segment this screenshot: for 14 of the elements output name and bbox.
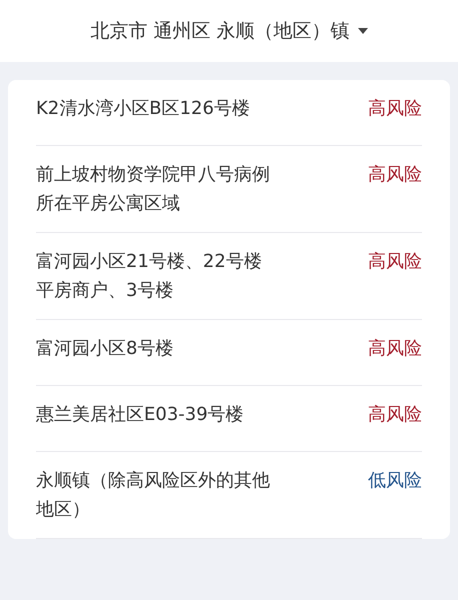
risk-level: 高风险 [368,97,422,121]
caret-icon[interactable] [358,28,368,34]
risk-level: 高风险 [368,250,422,274]
area-name: 永顺镇（除高风险区外的其他地区） [36,469,271,522]
risk-level: 高风险 [368,337,422,361]
area-name: 前上坡村物资学院甲八号病例所在平房公寓区域 [36,163,271,216]
area-name: K2清水湾小区B区126号楼 [36,97,251,121]
risk-level: 低风险 [368,469,422,493]
area-name: 富河园小区8号楼 [36,337,174,361]
risk-level: 高风险 [368,403,422,427]
area-name: 惠兰美居社区E03-39号楼 [36,403,245,427]
region-selector[interactable]: 北京市 通州区 永顺（地区）镇 [90,16,350,46]
risk-level: 高风险 [368,163,422,187]
area-name: 富河园小区21号楼、22号楼平房商户、3号楼 [36,250,263,303]
